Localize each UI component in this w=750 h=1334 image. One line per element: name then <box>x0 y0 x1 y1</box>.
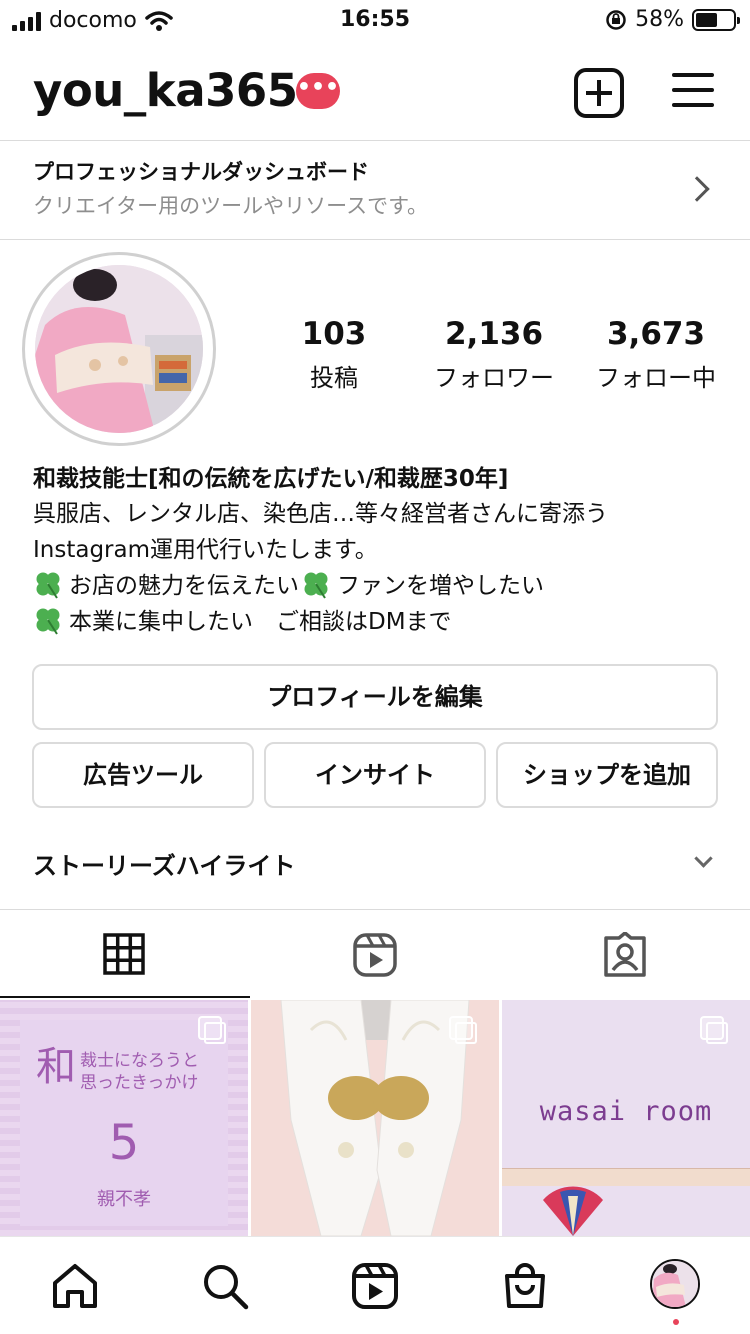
rotation-lock-icon <box>606 9 626 30</box>
post-text-line: 思ったきっかけ <box>80 1073 199 1093</box>
bio-line: Instagram運用代行いたします。 <box>33 537 378 563</box>
professional-dashboard[interactable]: プロフェッショナルダッシュボード クリエイター用のツールやリソースです。 <box>0 142 750 240</box>
divider <box>0 909 750 910</box>
post-footer-text: 親不孝 <box>97 1189 151 1210</box>
avatar-image <box>35 265 203 433</box>
carousel-icon <box>700 1016 728 1044</box>
stat-following[interactable]: 3,673 フォロー中 <box>586 316 726 393</box>
bio-line: 本業に集中したい ご相談はDMまで <box>33 604 723 640</box>
clover-icon <box>36 572 60 599</box>
profile-avatar[interactable] <box>22 252 216 446</box>
menu-icon[interactable] <box>672 68 722 118</box>
profile-tabs <box>0 912 750 998</box>
tab-tagged[interactable] <box>500 912 750 998</box>
bio-text: 本業に集中したい ご相談はDMまで <box>69 609 452 635</box>
stat-followers[interactable]: 2,136 フォロワー <box>424 316 564 393</box>
post-thumbnail[interactable] <box>251 1000 499 1236</box>
post-text-line: 裁士になろうと <box>80 1051 199 1071</box>
reels-icon[interactable] <box>350 1261 400 1311</box>
chevron-right-icon <box>684 176 710 202</box>
username[interactable]: you_ka365 <box>33 64 298 117</box>
post-text: wasai room <box>539 1096 713 1127</box>
stat-label: フォロワー <box>434 364 554 392</box>
battery-icon <box>692 8 740 31</box>
tab-reels[interactable] <box>250 912 500 998</box>
stat-label: 投稿 <box>310 364 358 392</box>
divider <box>0 239 750 240</box>
grid-icon <box>103 933 145 975</box>
shop-icon[interactable] <box>500 1261 550 1311</box>
insights-button[interactable]: インサイト <box>264 742 486 808</box>
home-icon[interactable] <box>50 1261 100 1311</box>
clover-icon <box>304 572 328 599</box>
post-thumbnail[interactable]: wasai room <box>502 1000 750 1236</box>
bottom-navigation <box>0 1236 750 1334</box>
tagged-icon <box>604 932 646 977</box>
clover-icon <box>36 608 60 635</box>
bio-line: お店の魅力を伝えたい ファンを増やしたい <box>33 568 723 604</box>
ad-tools-button[interactable]: 広告ツール <box>32 742 254 808</box>
bio-line: 呉服店、レンタル店、染色店…等々経営者さんに寄添う <box>33 501 608 527</box>
notification-badge[interactable]: ••• <box>296 73 340 109</box>
stat-value: 3,673 <box>606 316 706 352</box>
fabric-swatch <box>543 1186 603 1236</box>
edit-profile-button[interactable]: プロフィールを編集 <box>32 664 718 730</box>
profile-header: you_ka365 ••• <box>0 56 750 132</box>
story-highlights-label[interactable]: ストーリーズハイライト <box>33 846 295 881</box>
divider <box>0 140 750 141</box>
status-bar: docomo 16:55 58% <box>0 0 750 40</box>
stat-label: フォロー中 <box>596 364 716 392</box>
reels-icon <box>353 933 397 977</box>
display-name: 和裁技能士[和の伝統を広げたい/和裁歴30年] <box>33 466 509 492</box>
dashboard-subtitle: クリエイター用のツールやリソースです。 <box>33 194 429 218</box>
battery-percent: 58% <box>635 7 684 32</box>
stat-posts[interactable]: 103 投稿 <box>290 316 378 393</box>
chevron-down-icon[interactable] <box>694 849 713 868</box>
notification-dot <box>673 1319 679 1325</box>
bio-text: お店の魅力を伝えたい <box>69 573 299 599</box>
tab-grid[interactable] <box>0 912 250 998</box>
post-thumbnail[interactable]: 和 裁士になろうと 思ったきっかけ 5 親不孝 <box>0 1000 248 1236</box>
new-post-icon[interactable] <box>574 68 624 118</box>
post-grid: 和 裁士になろうと 思ったきっかけ 5 親不孝 wasai room <box>0 1000 750 1236</box>
add-shop-button[interactable]: ショップを追加 <box>496 742 718 808</box>
carousel-icon <box>198 1016 226 1044</box>
stat-value: 103 <box>301 316 367 352</box>
profile-avatar[interactable] <box>650 1259 700 1309</box>
dashboard-title: プロフェッショナルダッシュボード <box>33 160 369 184</box>
status-right: 58% <box>605 7 740 32</box>
post-text: 裁士になろうと 思ったきっかけ <box>80 1050 199 1094</box>
bio: 和裁技能士[和の伝統を広げたい/和裁歴30年] 呉服店、レンタル店、染色店…等々… <box>33 462 723 640</box>
post-text: 和 <box>36 1044 76 1090</box>
search-icon[interactable] <box>200 1261 250 1311</box>
post-number: 5 <box>108 1115 140 1171</box>
bio-text: ファンを増やしたい <box>337 573 544 599</box>
stat-value: 2,136 <box>444 316 544 352</box>
carousel-icon <box>449 1016 477 1044</box>
